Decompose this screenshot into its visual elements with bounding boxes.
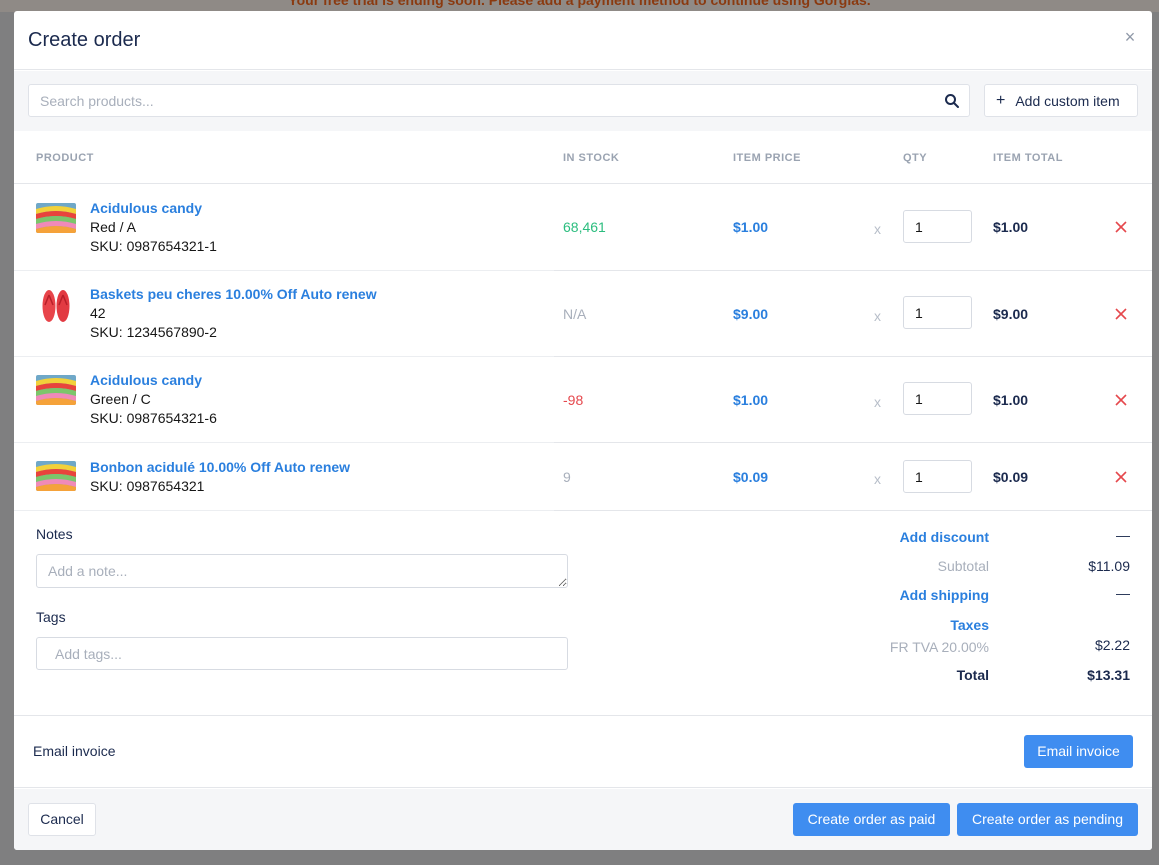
discount-value: — — [1116, 527, 1130, 543]
multiply-sign: x — [874, 471, 881, 487]
item-price[interactable]: $9.00 — [733, 306, 768, 322]
notes-label: Notes — [36, 526, 73, 542]
product-name-link[interactable]: Bonbon acidulé 10.00% Off Auto renew — [90, 459, 350, 475]
item-total: $9.00 — [993, 306, 1029, 322]
tags-label: Tags — [36, 609, 66, 625]
remove-item-icon[interactable] — [1114, 220, 1128, 234]
email-invoice-label: Email invoice — [33, 743, 116, 759]
subtotal-label: Subtotal — [937, 558, 989, 574]
multiply-sign: x — [874, 308, 881, 324]
shipping-value: — — [1116, 585, 1130, 601]
product-sku: SKU: 0987654321 — [90, 478, 205, 494]
tax-line-value: $2.22 — [1094, 637, 1130, 653]
product-name-link[interactable]: Baskets peu cheres 10.00% Off Auto renew — [90, 286, 377, 302]
add-custom-item-label: Add custom item — [1015, 92, 1120, 109]
quantity-input[interactable] — [903, 460, 972, 493]
item-total: $1.00 — [993, 392, 1029, 408]
trial-banner-text: Your free trial is ending soon. Please a… — [288, 0, 871, 8]
cancel-button[interactable]: Cancel — [28, 803, 96, 836]
row-divider — [14, 510, 554, 511]
item-price[interactable]: $1.00 — [733, 392, 768, 408]
table-header: PRODUCT IN STOCK ITEM PRICE QTY ITEM TOT… — [14, 132, 1152, 184]
column-header-item-price: ITEM PRICE — [733, 152, 801, 164]
search-icon[interactable] — [944, 93, 960, 109]
email-invoice-section: Email invoice Email invoice — [14, 715, 1152, 788]
add-shipping-link[interactable]: Add shipping — [900, 587, 989, 603]
column-header-item-total: ITEM TOTAL — [993, 152, 1063, 164]
candy-icon — [36, 203, 76, 233]
create-order-pending-button[interactable]: Create order as pending — [957, 803, 1138, 836]
modal-title: Create order — [28, 29, 141, 51]
quantity-input[interactable] — [903, 210, 972, 243]
remove-item-icon[interactable] — [1114, 470, 1128, 484]
add-discount-link[interactable]: Add discount — [900, 529, 989, 545]
product-variant: 42 — [90, 305, 106, 321]
table-row: Bonbon acidulé 10.00% Off Auto renew SKU… — [14, 443, 1152, 511]
tags-input[interactable] — [36, 637, 568, 670]
item-total: $0.09 — [993, 469, 1029, 485]
create-order-paid-button[interactable]: Create order as paid — [793, 803, 950, 836]
product-variant: Green / C — [90, 391, 151, 407]
flip-flops-icon — [36, 285, 76, 325]
column-header-qty: QTY — [903, 152, 928, 164]
table-row: Acidulous candy Red / A SKU: 0987654321-… — [14, 185, 1152, 271]
item-price[interactable]: $0.09 — [733, 469, 768, 485]
product-sku: SKU: 0987654321-6 — [90, 410, 217, 426]
product-toolbar: + Add custom item — [14, 71, 1152, 131]
stock-value: -98 — [563, 392, 584, 408]
item-price[interactable]: $1.00 — [733, 219, 768, 235]
quantity-input[interactable] — [903, 296, 972, 329]
add-custom-item-button[interactable]: + Add custom item — [984, 84, 1138, 117]
search-input[interactable] — [29, 85, 929, 116]
stock-value: N/A — [563, 306, 587, 322]
candy-icon — [36, 461, 76, 491]
remove-item-icon[interactable] — [1114, 307, 1128, 321]
subtotal-value: $11.09 — [1088, 558, 1130, 574]
product-sku: SKU: 1234567890-2 — [90, 324, 217, 340]
product-name-link[interactable]: Acidulous candy — [90, 200, 202, 216]
stock-value: 68,461 — [563, 219, 606, 235]
total-label: Total — [956, 667, 989, 683]
modal-footer: Cancel Create order as paid Create order… — [14, 789, 1152, 850]
column-header-product: PRODUCT — [36, 152, 94, 164]
stock-value: 9 — [563, 469, 571, 485]
candy-icon — [36, 375, 76, 405]
product-search — [28, 84, 970, 117]
taxes-link[interactable]: Taxes — [950, 617, 989, 633]
column-header-in-stock: IN STOCK — [563, 152, 620, 164]
remove-item-icon[interactable] — [1114, 393, 1128, 407]
modal-header: Create order × — [14, 11, 1152, 70]
product-sku: SKU: 0987654321-1 — [90, 238, 217, 254]
row-divider — [554, 510, 1152, 511]
close-icon[interactable]: × — [1120, 27, 1140, 47]
email-invoice-button[interactable]: Email invoice — [1024, 735, 1133, 768]
multiply-sign: x — [874, 221, 881, 237]
quantity-input[interactable] — [903, 382, 972, 415]
notes-field[interactable] — [36, 554, 568, 588]
item-total: $1.00 — [993, 219, 1029, 235]
plus-icon: + — [996, 91, 1006, 109]
multiply-sign: x — [874, 394, 881, 410]
tax-line-label: FR TVA 20.00% — [889, 639, 989, 655]
table-row: Acidulous candy Green / C SKU: 098765432… — [14, 357, 1152, 443]
total-value: $13.31 — [1087, 667, 1130, 683]
product-variant: Red / A — [90, 219, 136, 235]
product-name-link[interactable]: Acidulous candy — [90, 372, 202, 388]
create-order-modal: Create order × + Add custom item PRODUCT… — [14, 11, 1152, 850]
table-row: Baskets peu cheres 10.00% Off Auto renew… — [14, 271, 1152, 357]
